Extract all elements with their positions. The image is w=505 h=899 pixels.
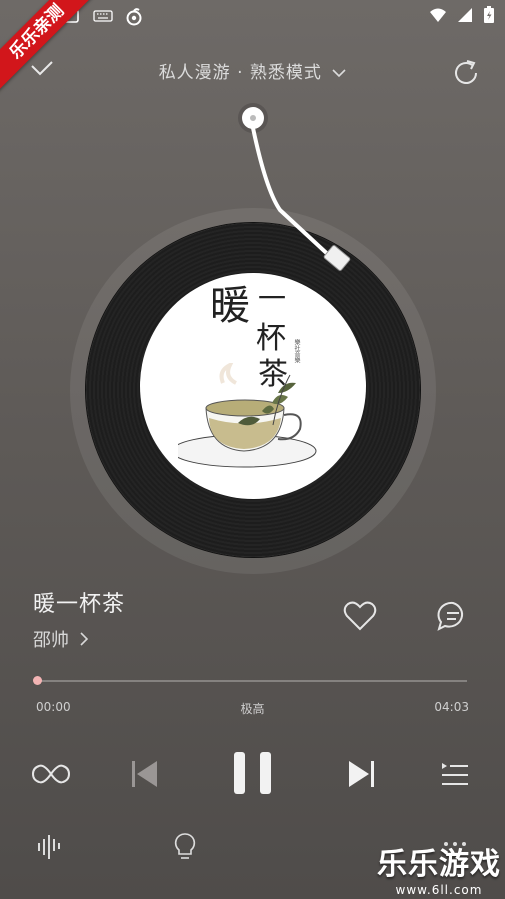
album-small-text: 樂社音樂 <box>293 339 300 363</box>
page-title: 私人漫游 · 熟悉模式 <box>158 63 322 83</box>
song-title: 暖一杯茶 <box>33 592 126 617</box>
fm-mode-selector[interactable]: 私人漫游 · 熟悉模式 <box>0 58 505 83</box>
keyboard-icon <box>93 10 113 22</box>
comment-icon[interactable] <box>436 600 470 632</box>
album-cover: 暖 一 杯 茶 樂社音樂 <box>140 273 366 499</box>
next-track-icon[interactable] <box>346 758 376 790</box>
chevron-right-icon <box>80 632 88 646</box>
playlist-icon[interactable] <box>440 760 470 788</box>
signal-icon <box>458 8 472 22</box>
like-heart-icon[interactable] <box>343 600 377 632</box>
artist-name: 邵帅 <box>33 630 69 651</box>
dj-sound-icon[interactable] <box>36 833 66 861</box>
lightbulb-icon[interactable] <box>174 832 196 862</box>
watermark-url: www.6ll.com <box>395 883 483 897</box>
wifi-icon <box>430 8 446 22</box>
progress-handle[interactable] <box>33 676 42 685</box>
artist-link[interactable]: 邵帅 <box>33 626 89 652</box>
system-status-icons <box>429 6 495 24</box>
netease-music-icon <box>126 8 142 26</box>
tonearm <box>238 103 351 271</box>
watermark-title: 乐乐游戏 <box>377 847 501 882</box>
site-watermark: 乐乐游戏 www.6ll.com <box>377 839 501 897</box>
share-icon[interactable] <box>452 57 480 85</box>
battery-icon <box>484 6 494 23</box>
previous-track-icon[interactable] <box>130 758 160 790</box>
progress-bar[interactable] <box>37 680 467 682</box>
loop-mode-icon[interactable] <box>32 760 70 788</box>
pause-icon[interactable] <box>232 750 274 796</box>
quality-label[interactable]: 极高 <box>0 700 505 717</box>
total-time: 04:03 <box>434 700 469 714</box>
chevron-down-icon <box>332 69 346 78</box>
teacup-illustration <box>178 363 317 468</box>
